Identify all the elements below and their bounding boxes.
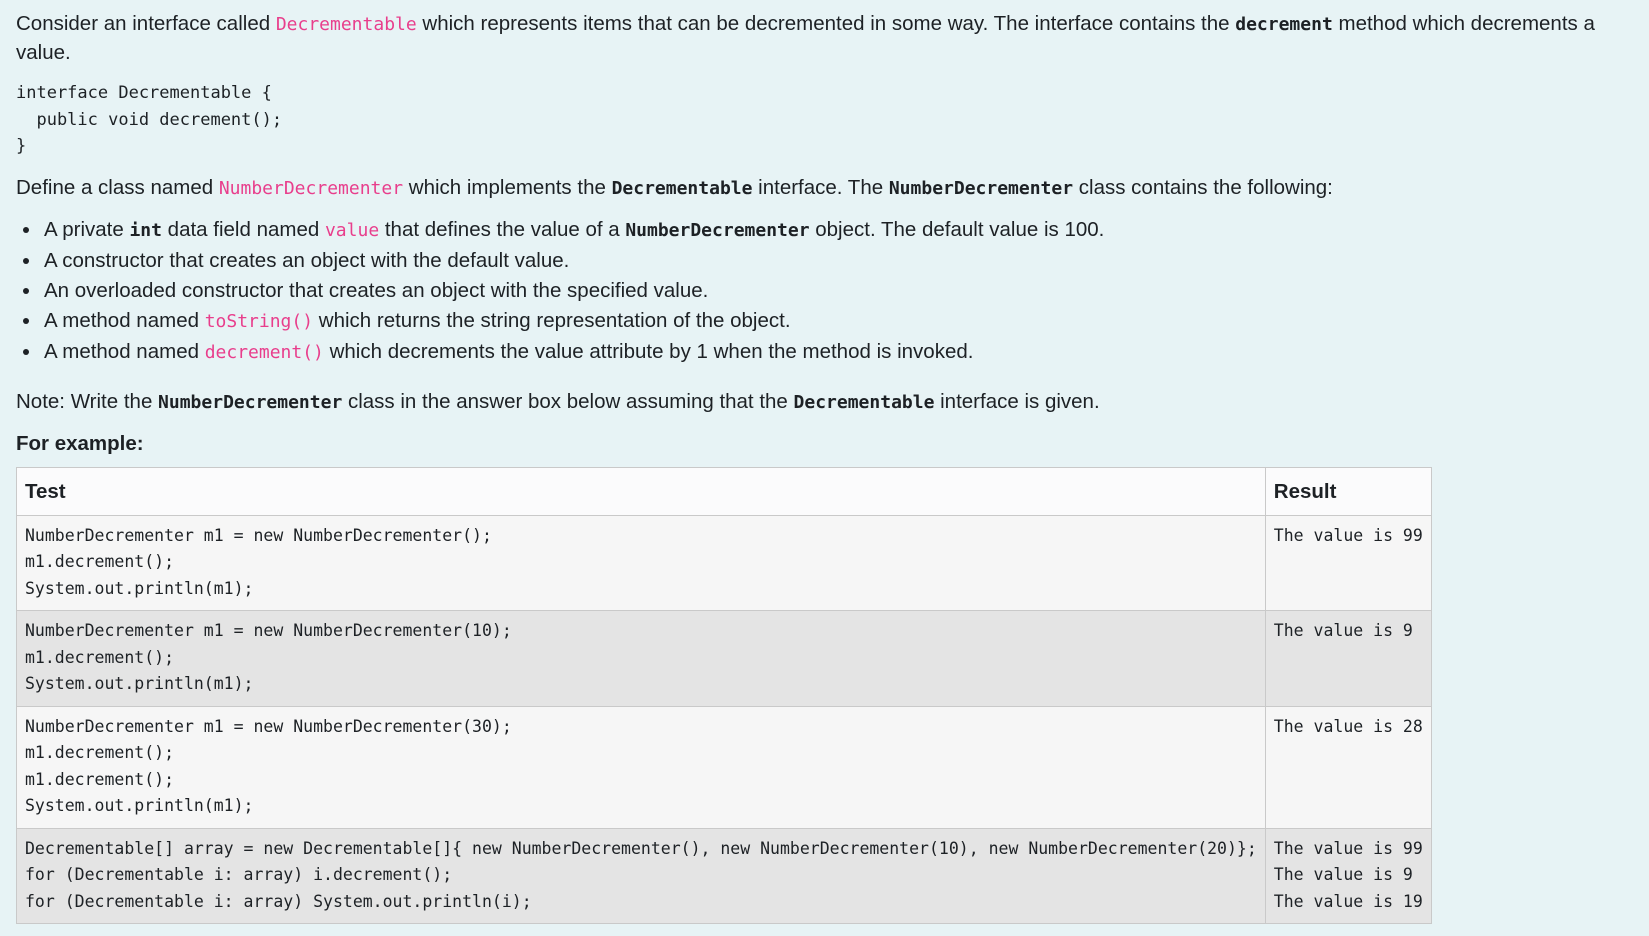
list-item: An overloaded constructor that creates a… <box>42 276 1633 306</box>
test-cell: NumberDecrementer m1 = new NumberDecreme… <box>16 705 1266 829</box>
item-text: A method named <box>44 339 205 363</box>
interface-code-block: interface Decrementable { public void de… <box>16 83 283 156</box>
list-item: A private int data field named value tha… <box>42 215 1633 246</box>
inline-code-tostring: toString() <box>204 310 314 332</box>
for-example-heading: For example: <box>16 431 144 455</box>
intro-paragraph: Consider an interface called Decrementab… <box>16 10 1633 67</box>
table-row: NumberDecrementer m1 = new NumberDecreme… <box>16 705 1432 829</box>
inline-code-decrementable: Decrementable <box>275 14 417 35</box>
inline-code-numberdecrementer: NumberDecrementer <box>625 219 810 241</box>
list-item: A method named toString() which returns … <box>42 306 1633 337</box>
inline-code-value: value <box>324 219 380 241</box>
inline-code-decrement: decrement <box>1235 14 1333 35</box>
inline-code-numberdecrementer: NumberDecrementer <box>888 177 1074 199</box>
define-text: interface. The <box>752 175 889 199</box>
note-text: class in the answer box below assuming t… <box>342 389 794 413</box>
test-cell: NumberDecrementer m1 = new NumberDecreme… <box>16 610 1266 707</box>
note-text: interface is given. <box>934 389 1100 413</box>
table-row: NumberDecrementer m1 = new NumberDecreme… <box>16 610 1432 707</box>
inline-code-int: int <box>129 219 162 241</box>
question-text: Consider an interface called Decrementab… <box>0 0 1649 924</box>
result-cell: The value is 28 <box>1264 705 1432 829</box>
item-text: which returns the string representation … <box>313 308 791 332</box>
test-cell: Decrementable[] array = new Decrementabl… <box>16 827 1266 924</box>
note-paragraph: Note: Write the NumberDecrementer class … <box>16 388 1633 417</box>
test-cell: NumberDecrementer m1 = new NumberDecreme… <box>16 514 1266 611</box>
result-cell: The value is 9 <box>1264 610 1432 707</box>
inline-code-numberdecrementer: NumberDecrementer <box>158 391 343 413</box>
define-text: class contains the following: <box>1073 175 1333 199</box>
item-text: which decrements the value attribute by … <box>323 339 974 363</box>
item-text: A method named <box>44 308 205 332</box>
inline-code-numberdecrementer: NumberDecrementer <box>218 177 404 199</box>
intro-text: which represents items that can be decre… <box>416 12 1236 35</box>
intro-text: Consider an interface called <box>16 12 276 35</box>
examples-table: Test Result NumberDecrementer m1 = new N… <box>16 466 1432 925</box>
item-text: that defines the value of a <box>379 217 626 241</box>
note-text: Note: Write the <box>16 389 159 413</box>
define-text: Define a class named <box>16 175 219 199</box>
inline-code-decrementable: Decrementable <box>793 391 935 413</box>
item-text: object. The default value is 100. <box>809 217 1105 241</box>
requirements-list: A private int data field named value tha… <box>16 215 1633 368</box>
define-paragraph: Define a class named NumberDecrementer w… <box>16 174 1633 203</box>
define-text: which implements the <box>403 175 612 199</box>
item-text: A private <box>44 217 130 241</box>
list-item: A constructor that creates an object wit… <box>42 246 1633 276</box>
table-row: NumberDecrementer m1 = new NumberDecreme… <box>16 514 1432 611</box>
list-item: A method named decrement() which decreme… <box>42 337 1633 368</box>
item-text: data field named <box>161 217 325 241</box>
result-cell: The value is 99 The value is 9 The value… <box>1264 827 1432 924</box>
inline-code-decrement: decrement() <box>204 341 324 363</box>
result-cell: The value is 99 <box>1264 514 1432 611</box>
column-header-result: Result <box>1264 466 1432 516</box>
table-header-row: Test Result <box>16 466 1432 516</box>
table-row: Decrementable[] array = new Decrementabl… <box>16 827 1432 924</box>
column-header-test: Test <box>16 466 1266 516</box>
inline-code-decrementable: Decrementable <box>611 177 753 199</box>
